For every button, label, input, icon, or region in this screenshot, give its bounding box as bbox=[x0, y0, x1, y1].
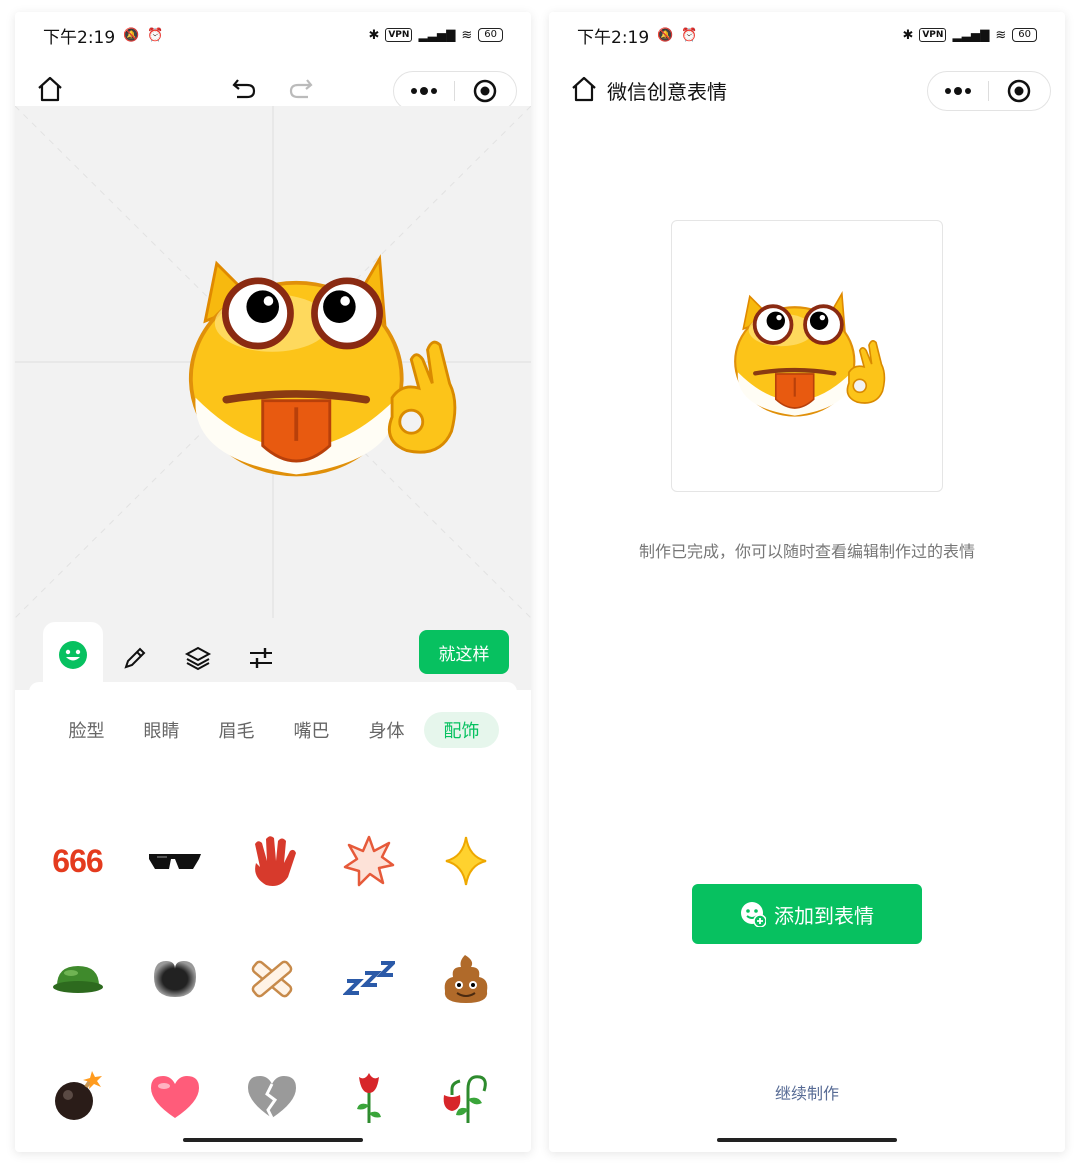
tab-face-shape[interactable]: 脸型 bbox=[49, 712, 124, 748]
tab-stickers[interactable] bbox=[43, 622, 103, 688]
tab-eyes[interactable]: 眼睛 bbox=[124, 712, 199, 748]
wifi-icon: ≋ bbox=[461, 27, 473, 43]
completion-message: 制作已完成，你可以随时查看编辑制作过的表情 bbox=[638, 542, 975, 561]
signal-icon: ▂▃▅▇ bbox=[418, 28, 456, 42]
sticker-wilted-rose[interactable] bbox=[417, 1038, 514, 1152]
creative-emoji-image bbox=[716, 291, 906, 421]
sunglasses-icon bbox=[148, 854, 201, 869]
vpn-badge: VPN bbox=[919, 28, 947, 42]
sparkle-icon bbox=[445, 836, 486, 886]
smiley-icon bbox=[59, 641, 87, 669]
edit-canvas[interactable] bbox=[15, 106, 531, 618]
bluetooth-icon: ✱ bbox=[368, 27, 380, 43]
vpn-badge: VPN bbox=[385, 28, 413, 42]
tab-mouth[interactable]: 嘴巴 bbox=[274, 712, 349, 748]
sticker-heart[interactable] bbox=[126, 1038, 223, 1152]
category-tabs: 脸型 眼睛 眉毛 嘴巴 身体 配饰 bbox=[49, 712, 507, 752]
bluetooth-icon: ✱ bbox=[902, 27, 914, 43]
wifi-icon: ≋ bbox=[995, 27, 1007, 43]
sticker-bomb[interactable] bbox=[29, 1038, 126, 1152]
editor-toolbar: 就这样 bbox=[15, 618, 531, 690]
sticker-bandage[interactable] bbox=[223, 920, 320, 1038]
red-hand-icon bbox=[254, 836, 296, 886]
sticker-helmet[interactable] bbox=[29, 920, 126, 1038]
status-time: 下午2:19 bbox=[577, 27, 650, 48]
close-mini-program-button[interactable] bbox=[455, 72, 515, 110]
emoji-result-preview[interactable] bbox=[671, 220, 943, 492]
done-button[interactable]: 就这样 bbox=[419, 630, 509, 674]
sticker-hand[interactable] bbox=[223, 802, 320, 920]
pencil-icon bbox=[124, 647, 146, 669]
more-dots-icon bbox=[411, 87, 437, 95]
sticker-broken-heart[interactable] bbox=[223, 1038, 320, 1152]
bandage-icon bbox=[251, 960, 292, 998]
sticker-panel: 脸型 眼睛 眉毛 嘴巴 身体 配饰 666 bbox=[29, 682, 517, 1152]
tab-draw[interactable] bbox=[105, 628, 165, 688]
sticker-blob[interactable] bbox=[126, 920, 223, 1038]
battery-badge: 60 bbox=[478, 28, 503, 42]
home-indicator bbox=[717, 1138, 897, 1142]
sticker-poop[interactable] bbox=[417, 920, 514, 1038]
tab-adjust[interactable] bbox=[231, 628, 291, 688]
add-sticker-icon bbox=[741, 902, 766, 927]
layers-icon bbox=[184, 646, 212, 671]
home-icon[interactable] bbox=[569, 74, 599, 104]
home-icon[interactable] bbox=[35, 74, 65, 104]
heart-icon bbox=[150, 1076, 199, 1118]
status-bar: 下午2:19 🔕 ⏰ ✱ VPN ▂▃▅▇ ≋ 60 bbox=[549, 12, 1065, 58]
status-bar: 下午2:19 🔕 ⏰ ✱ VPN ▂▃▅▇ ≋ 60 bbox=[15, 12, 531, 58]
sticker-sunglasses[interactable] bbox=[126, 802, 223, 920]
sticker-666-text: 666 bbox=[52, 842, 103, 879]
tab-accessories[interactable]: 配饰 bbox=[424, 712, 499, 748]
burst-icon bbox=[343, 835, 394, 887]
zzz-icon bbox=[342, 961, 395, 995]
sticker-zzz[interactable] bbox=[320, 920, 417, 1038]
sticker-rose[interactable] bbox=[320, 1038, 417, 1152]
more-menu-button[interactable] bbox=[394, 72, 454, 110]
dark-blob-icon bbox=[153, 961, 196, 997]
add-to-stickers-button[interactable]: 添加到表情 bbox=[692, 884, 922, 944]
rose-icon bbox=[356, 1073, 381, 1123]
sticker-burst[interactable] bbox=[320, 802, 417, 920]
mini-program-capsule bbox=[393, 71, 517, 111]
bomb-icon bbox=[54, 1071, 102, 1120]
status-time: 下午2:19 bbox=[43, 27, 116, 48]
home-indicator bbox=[183, 1138, 363, 1142]
green-helmet-icon bbox=[52, 966, 103, 993]
alarm-icon: ⏰ bbox=[147, 27, 164, 43]
nav-bar: 微信创意表情 bbox=[549, 58, 1065, 122]
tab-layers[interactable] bbox=[168, 628, 228, 688]
undo-icon[interactable] bbox=[230, 74, 258, 102]
mute-bell-icon: 🔕 bbox=[123, 27, 140, 43]
more-dots-icon bbox=[945, 87, 971, 95]
tab-body[interactable]: 身体 bbox=[349, 712, 424, 748]
poop-icon bbox=[444, 955, 487, 1003]
continue-making-link[interactable]: 继续制作 bbox=[549, 1080, 1065, 1104]
alarm-icon: ⏰ bbox=[681, 27, 698, 43]
result-screen: 下午2:19 🔕 ⏰ ✱ VPN ▂▃▅▇ ≋ 60 微信创意表情 制作已完成，… bbox=[549, 12, 1065, 1152]
sticker-666[interactable]: 666 bbox=[29, 802, 126, 920]
sliders-icon bbox=[250, 648, 272, 668]
editor-screen: 下午2:19 🔕 ⏰ ✱ VPN ▂▃▅▇ ≋ 60 就这样 脸型 眼睛 眉毛 … bbox=[15, 12, 531, 1152]
mini-program-capsule bbox=[927, 71, 1051, 111]
signal-icon: ▂▃▅▇ bbox=[952, 28, 990, 42]
close-mini-program-button[interactable] bbox=[989, 72, 1049, 110]
more-menu-button[interactable] bbox=[928, 72, 988, 110]
broken-heart-icon bbox=[247, 1076, 296, 1119]
sticker-grid: 666 bbox=[29, 802, 517, 1152]
add-button-label: 添加到表情 bbox=[774, 903, 874, 928]
creative-emoji-preview[interactable] bbox=[160, 254, 490, 484]
wilted-rose-icon bbox=[443, 1075, 487, 1123]
mute-bell-icon: 🔕 bbox=[657, 27, 674, 43]
redo-icon[interactable] bbox=[287, 74, 315, 102]
target-close-icon bbox=[1007, 79, 1031, 103]
battery-badge: 60 bbox=[1012, 28, 1037, 42]
tab-eyebrows[interactable]: 眉毛 bbox=[199, 712, 274, 748]
target-close-icon bbox=[473, 79, 497, 103]
sticker-sparkle[interactable] bbox=[417, 802, 514, 920]
page-title: 微信创意表情 bbox=[607, 80, 727, 104]
